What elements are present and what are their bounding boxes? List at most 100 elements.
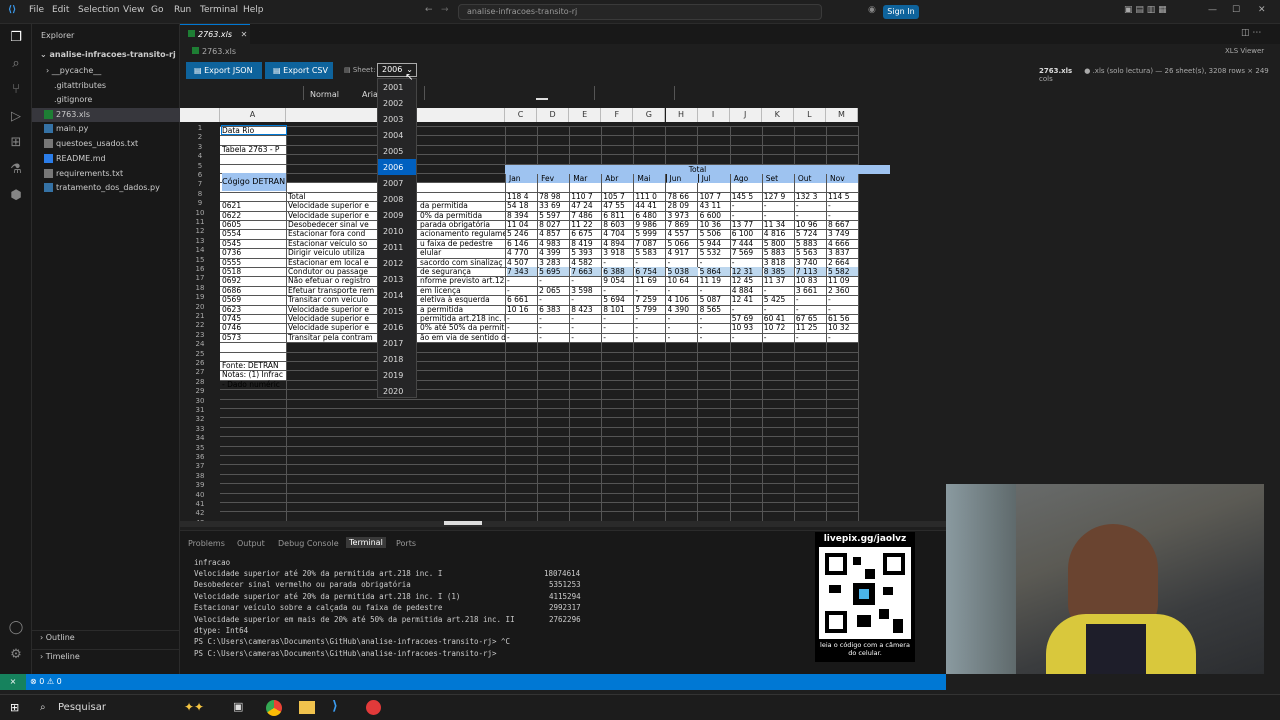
cell-a10[interactable]: 0622 [222,211,286,220]
row-number[interactable]: 18 [180,283,220,294]
cell-desc19[interactable]: eletiva à esquerda [420,295,505,304]
row-number[interactable]: 37 [180,462,220,472]
menu-view[interactable]: View [123,5,144,15]
cell-desc16[interactable]: de segurança [420,267,505,276]
data-cell[interactable]: 57 69 [732,314,762,323]
data-cell[interactable]: - [796,295,826,304]
menu-run[interactable]: Run [174,5,191,15]
data-cell[interactable]: 6 811 [603,211,633,220]
extensions-icon[interactable]: ⊞ [8,135,24,151]
data-cell[interactable]: - [764,211,794,220]
cell-b15[interactable]: Estacionar em local e [288,258,378,267]
export-json-button[interactable]: ▤ Export JSON [186,62,262,79]
cell-a13[interactable]: 0545 [222,239,286,248]
tree-item-readme[interactable]: README.md [32,152,180,166]
data-cell[interactable]: 8 603 [603,220,633,229]
dropdown-option-2002[interactable]: 2002 [378,95,416,111]
corner-cell[interactable] [180,108,220,122]
data-cell[interactable]: 3 818 [764,258,794,267]
column-header-k[interactable]: K [761,108,794,122]
data-cell[interactable]: - [571,276,601,285]
cell-a3[interactable]: Tabela 2763 - P [222,145,286,154]
column-header-g[interactable]: G [633,108,666,122]
data-cell[interactable]: 11 25 [796,323,826,332]
dropdown-option-2014[interactable]: 2014 [378,287,416,303]
data-cell[interactable]: - [507,286,537,295]
row-number[interactable]: 5 [180,161,220,171]
cell-a15[interactable]: 0555 [222,258,286,267]
cell-desc13[interactable]: u faixa de pedestre [420,239,505,248]
data-cell[interactable]: 11 19 [700,276,730,285]
data-cell[interactable]: 10 72 [764,323,794,332]
row-number[interactable]: 30 [180,396,220,406]
data-cell[interactable]: 5 695 [539,267,570,276]
workspace-root[interactable]: ⌄ analise-infracoes-transito-rj [32,48,180,62]
export-csv-button[interactable]: ▤ Export CSV [265,62,333,79]
data-cell[interactable]: 7 444 [732,239,762,248]
data-cell[interactable]: - [764,305,794,314]
data-cell[interactable]: 78 66 [668,192,698,201]
back-arrow-icon[interactable]: ← [425,5,433,15]
data-cell[interactable]: - [571,323,601,332]
data-cell[interactable]: 3 918 [603,248,633,257]
data-cell[interactable]: 4 390 [668,305,698,314]
data-cell[interactable]: 105 7 [603,192,633,201]
row-number[interactable]: 2 [180,133,220,143]
row-number[interactable]: 10 [180,208,220,218]
cell-a14[interactable]: 0736 [222,248,286,257]
dropdown-option-2010[interactable]: 2010 [378,223,416,239]
data-cell[interactable]: 10 96 [796,220,826,229]
data-cell[interactable]: 5 393 [571,248,601,257]
data-cell[interactable]: 5 087 [700,295,730,304]
cell-a6[interactable]: Cógigo DETRAN [222,173,286,191]
row-number[interactable]: 11 [180,218,220,228]
data-cell[interactable]: 3 749 [828,229,858,238]
tree-item-pycache[interactable]: › __pycache__ [32,64,180,78]
data-cell[interactable]: - [571,333,601,342]
scrollbar-thumb[interactable] [444,521,482,525]
data-cell[interactable]: 2 065 [539,286,569,295]
row-number[interactable]: 24 [180,340,220,350]
cell-a21[interactable]: 0745 [222,314,286,323]
data-cell[interactable]: 3 740 [796,258,826,267]
data-cell[interactable]: 7 343 [507,267,537,276]
tree-item-main-py[interactable]: main.py [32,122,180,136]
data-cell[interactable]: - [796,305,826,314]
cell-a23[interactable]: 0573 [222,333,286,342]
style-normal[interactable]: Normal [310,90,339,99]
spreadsheet-grid[interactable]: A C D E F G H I J K L M 1 2 3 4 5 6 7 8 9 10 11 12 13 14 15 16 17 18 1… [180,108,948,522]
row-number[interactable]: 1 [180,124,220,134]
cell-desc20[interactable]: a permitida [420,305,505,314]
data-cell[interactable]: - [732,333,762,342]
data-cell[interactable]: - [668,323,698,332]
data-cell[interactable]: 9 986 [635,220,665,229]
data-cell[interactable]: 3 837 [828,248,858,257]
tree-item-gitattributes[interactable]: .gitattributes [32,79,180,93]
data-cell[interactable]: 145 5 [732,192,762,201]
settings-gear-icon[interactable]: ⚙ [8,647,24,663]
data-cell[interactable]: - [668,333,698,342]
layout-icon[interactable]: ▣ ▤ ▥ ▦ [1124,5,1167,15]
data-cell[interactable]: 10 93 [732,323,762,332]
data-cell[interactable]: 114 5 [828,192,858,201]
row-number[interactable]: 39 [180,481,220,491]
dropdown-option-2011[interactable]: 2011 [378,239,416,255]
data-cell[interactable]: 4 507 [507,258,537,267]
cell-a12[interactable]: 0554 [222,229,286,238]
tree-item-gitignore[interactable]: .gitignore [32,93,180,107]
column-header-j[interactable]: J [729,108,762,122]
cell-desc22[interactable]: 0% até 50% da permit [420,323,505,332]
dropdown-option-2015[interactable]: 2015 [378,303,416,319]
row-number[interactable]: 31 [180,406,220,416]
outline-section[interactable]: › Outline [32,630,180,644]
row-number[interactable]: 42 [180,509,220,519]
row-number[interactable]: 26 [180,359,220,369]
data-cell[interactable]: 4 582 [571,258,601,267]
data-cell[interactable]: - [507,276,537,285]
search-icon[interactable]: ⌕ [40,702,46,713]
data-cell[interactable]: 11 37 [764,276,794,285]
cell-a22[interactable]: 0746 [222,323,286,332]
data-cell[interactable]: 8 385 [763,267,794,276]
horizontal-scrollbar[interactable] [180,521,946,527]
data-cell[interactable]: 110 7 [571,192,601,201]
